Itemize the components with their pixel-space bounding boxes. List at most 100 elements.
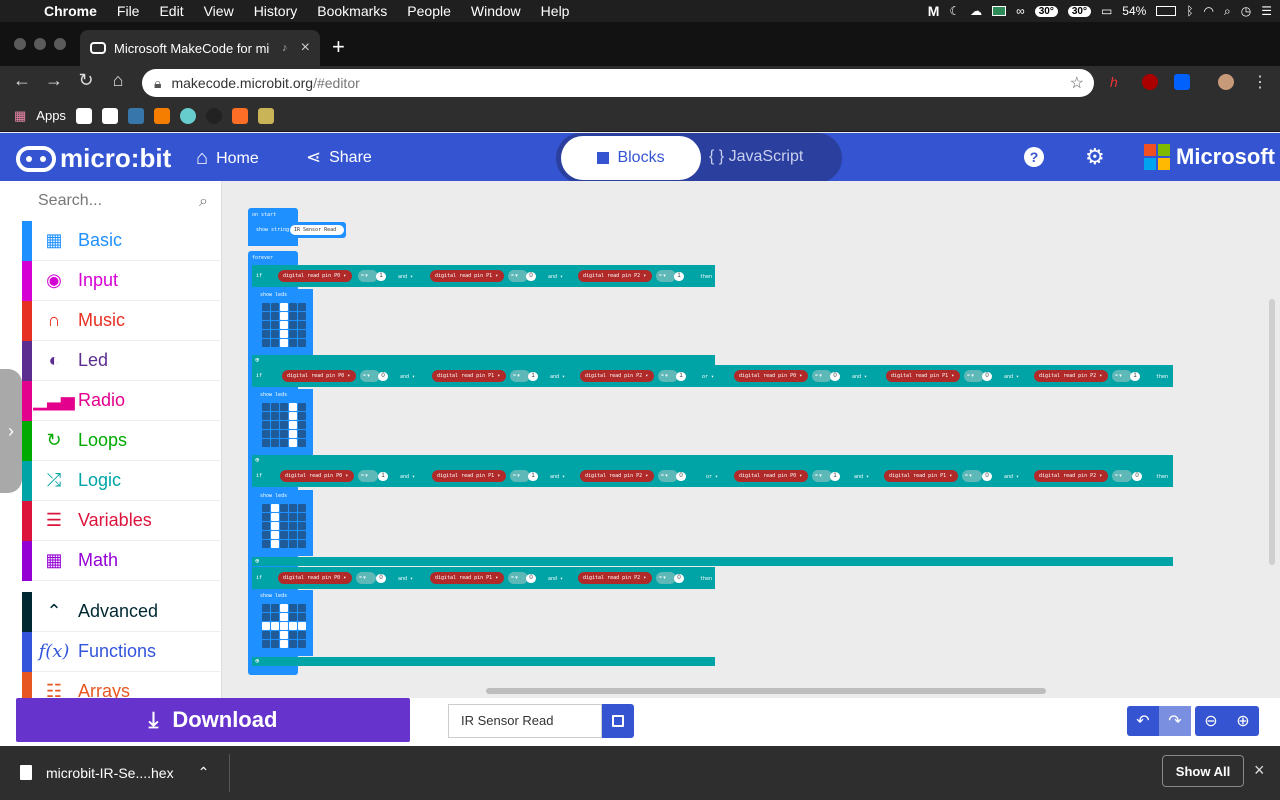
led-cell[interactable] <box>280 430 288 438</box>
chrome-menu-icon[interactable]: ⋮ <box>1252 72 1268 92</box>
close-shelf-icon[interactable]: × <box>1254 760 1265 781</box>
led-cell[interactable] <box>289 321 297 329</box>
led-cell[interactable] <box>262 303 270 311</box>
category-loops[interactable]: ↻ Loops <box>22 421 220 461</box>
led-cell[interactable] <box>298 604 306 612</box>
led-cell[interactable] <box>280 321 288 329</box>
compare-dropdown[interactable]: = ▾ <box>964 370 984 382</box>
led-cell[interactable] <box>289 439 297 447</box>
led-cell[interactable] <box>280 604 288 612</box>
led-cell[interactable] <box>271 439 279 447</box>
menu-app-name[interactable]: Chrome <box>34 3 107 19</box>
vertical-scrollbar[interactable] <box>1269 299 1275 565</box>
apps-label[interactable]: Apps <box>36 108 66 123</box>
value-input[interactable]: 0 <box>676 472 686 481</box>
led-cell[interactable] <box>289 403 297 411</box>
and-dropdown[interactable]: and ▾ <box>550 374 565 380</box>
temp-badge-1[interactable]: 30° <box>1034 5 1058 17</box>
temp-badge-2[interactable]: 30° <box>1067 5 1091 17</box>
forward-arrow-icon[interactable]: → <box>42 70 66 91</box>
bookmark-makecode-icon[interactable] <box>75 107 92 124</box>
category-math[interactable]: ▦ Math <box>22 541 220 581</box>
led-cell[interactable] <box>298 412 306 420</box>
led-cell[interactable] <box>280 613 288 621</box>
led-cell[interactable] <box>271 330 279 338</box>
menu-window[interactable]: Window <box>461 3 531 19</box>
and-dropdown[interactable]: and ▾ <box>854 474 869 480</box>
led-cell[interactable] <box>289 604 297 612</box>
digital-read-pin-p2[interactable]: digital read pin P2 ▾ <box>1034 470 1108 482</box>
led-cell[interactable] <box>289 303 297 311</box>
chevron-up-icon[interactable]: ⌃ <box>198 764 210 781</box>
wifi-icon[interactable]: ◠ <box>1204 4 1214 18</box>
led-cell[interactable] <box>298 403 306 411</box>
redo-icon[interactable]: ↷ <box>1159 706 1191 736</box>
led-cell[interactable] <box>289 613 297 621</box>
digital-read-pin-p0[interactable]: digital read pin P0 ▾ <box>734 370 808 382</box>
value-input[interactable]: 0 <box>378 372 388 381</box>
led-cell[interactable] <box>271 430 279 438</box>
led-cell[interactable] <box>262 330 270 338</box>
value-input[interactable]: 1 <box>376 272 386 281</box>
download-item[interactable]: microbit-IR-Se....hex ⌃ <box>20 764 209 781</box>
led-cell[interactable] <box>289 330 297 338</box>
led-cell[interactable] <box>262 430 270 438</box>
menu-view[interactable]: View <box>194 3 244 19</box>
digital-read-pin-p1[interactable]: digital read pin P1 ▾ <box>886 370 960 382</box>
and-dropdown[interactable]: and ▾ <box>852 374 867 380</box>
category-variables[interactable]: ☰ Variables <box>22 501 220 541</box>
compare-dropdown[interactable]: = ▾ <box>812 470 832 482</box>
led-cell[interactable] <box>289 531 297 539</box>
led-cell[interactable] <box>280 640 288 648</box>
lock-icon[interactable]: 🔒︎ <box>154 75 161 92</box>
if-block-1[interactable]: if digital read pin P0 ▾ = ▾ 1 and ▾ dig… <box>252 265 715 287</box>
led-cell[interactable] <box>271 421 279 429</box>
compare-dropdown[interactable]: = ▾ <box>812 370 832 382</box>
led-cell[interactable] <box>280 522 288 530</box>
blocks-workspace[interactable]: on start show string IR Sensor Read fore… <box>222 181 1280 698</box>
led-cell[interactable] <box>298 640 306 648</box>
value-input[interactable]: 0 <box>982 372 992 381</box>
share-button[interactable]: ⋖ Share <box>306 147 372 168</box>
back-arrow-icon[interactable]: ← <box>10 70 34 91</box>
led-cell[interactable] <box>289 513 297 521</box>
digital-read-pin-p1[interactable]: digital read pin P1 ▾ <box>430 270 504 282</box>
profile-avatar[interactable] <box>1218 74 1234 90</box>
led-cell[interactable] <box>289 540 297 548</box>
led-cell[interactable] <box>262 522 270 530</box>
digital-read-pin-p1[interactable]: digital read pin P1 ▾ <box>430 572 504 584</box>
led-cell[interactable] <box>289 312 297 320</box>
cloud-icon[interactable]: ☁ <box>970 4 982 18</box>
led-cell[interactable] <box>271 339 279 347</box>
led-cell[interactable] <box>280 631 288 639</box>
led-cell[interactable] <box>280 504 288 512</box>
value-input[interactable]: 0 <box>1132 472 1142 481</box>
zoom-in-icon[interactable]: ⊕ <box>1227 706 1259 736</box>
compare-dropdown[interactable]: = ▾ <box>656 572 676 584</box>
led-cell[interactable] <box>280 330 288 338</box>
led-grid[interactable] <box>262 504 306 548</box>
led-cell[interactable] <box>280 439 288 447</box>
malwarebytes-icon[interactable]: M <box>928 3 940 19</box>
led-cell[interactable] <box>271 604 279 612</box>
if-block-3[interactable]: if digital read pin P0 ▾ = ▾ 1 and ▾ dig… <box>252 465 1173 487</box>
digital-read-pin-p1[interactable]: digital read pin P1 ▾ <box>432 370 506 382</box>
help-icon[interactable]: ? <box>1024 147 1044 167</box>
led-cell[interactable] <box>280 303 288 311</box>
bookmark-gitlab-icon[interactable] <box>231 107 248 124</box>
compare-dropdown[interactable]: = ▾ <box>508 572 528 584</box>
led-cell[interactable] <box>262 412 270 420</box>
value-input[interactable]: 0 <box>982 472 992 481</box>
led-cell[interactable] <box>298 531 306 539</box>
led-cell[interactable] <box>262 513 270 521</box>
browser-tab[interactable]: Microsoft MakeCode for mi ♪ × <box>80 30 320 66</box>
toolbox-search[interactable]: Search... ⌕ <box>22 181 220 221</box>
apps-grid-icon[interactable]: ▦ <box>14 108 26 124</box>
led-cell[interactable] <box>298 339 306 347</box>
led-cell[interactable] <box>271 312 279 320</box>
led-cell[interactable] <box>280 531 288 539</box>
led-cell[interactable] <box>298 540 306 548</box>
led-cell[interactable] <box>262 531 270 539</box>
compare-dropdown[interactable]: = ▾ <box>1112 470 1132 482</box>
hypothesis-extension-icon[interactable]: h <box>1110 74 1126 90</box>
